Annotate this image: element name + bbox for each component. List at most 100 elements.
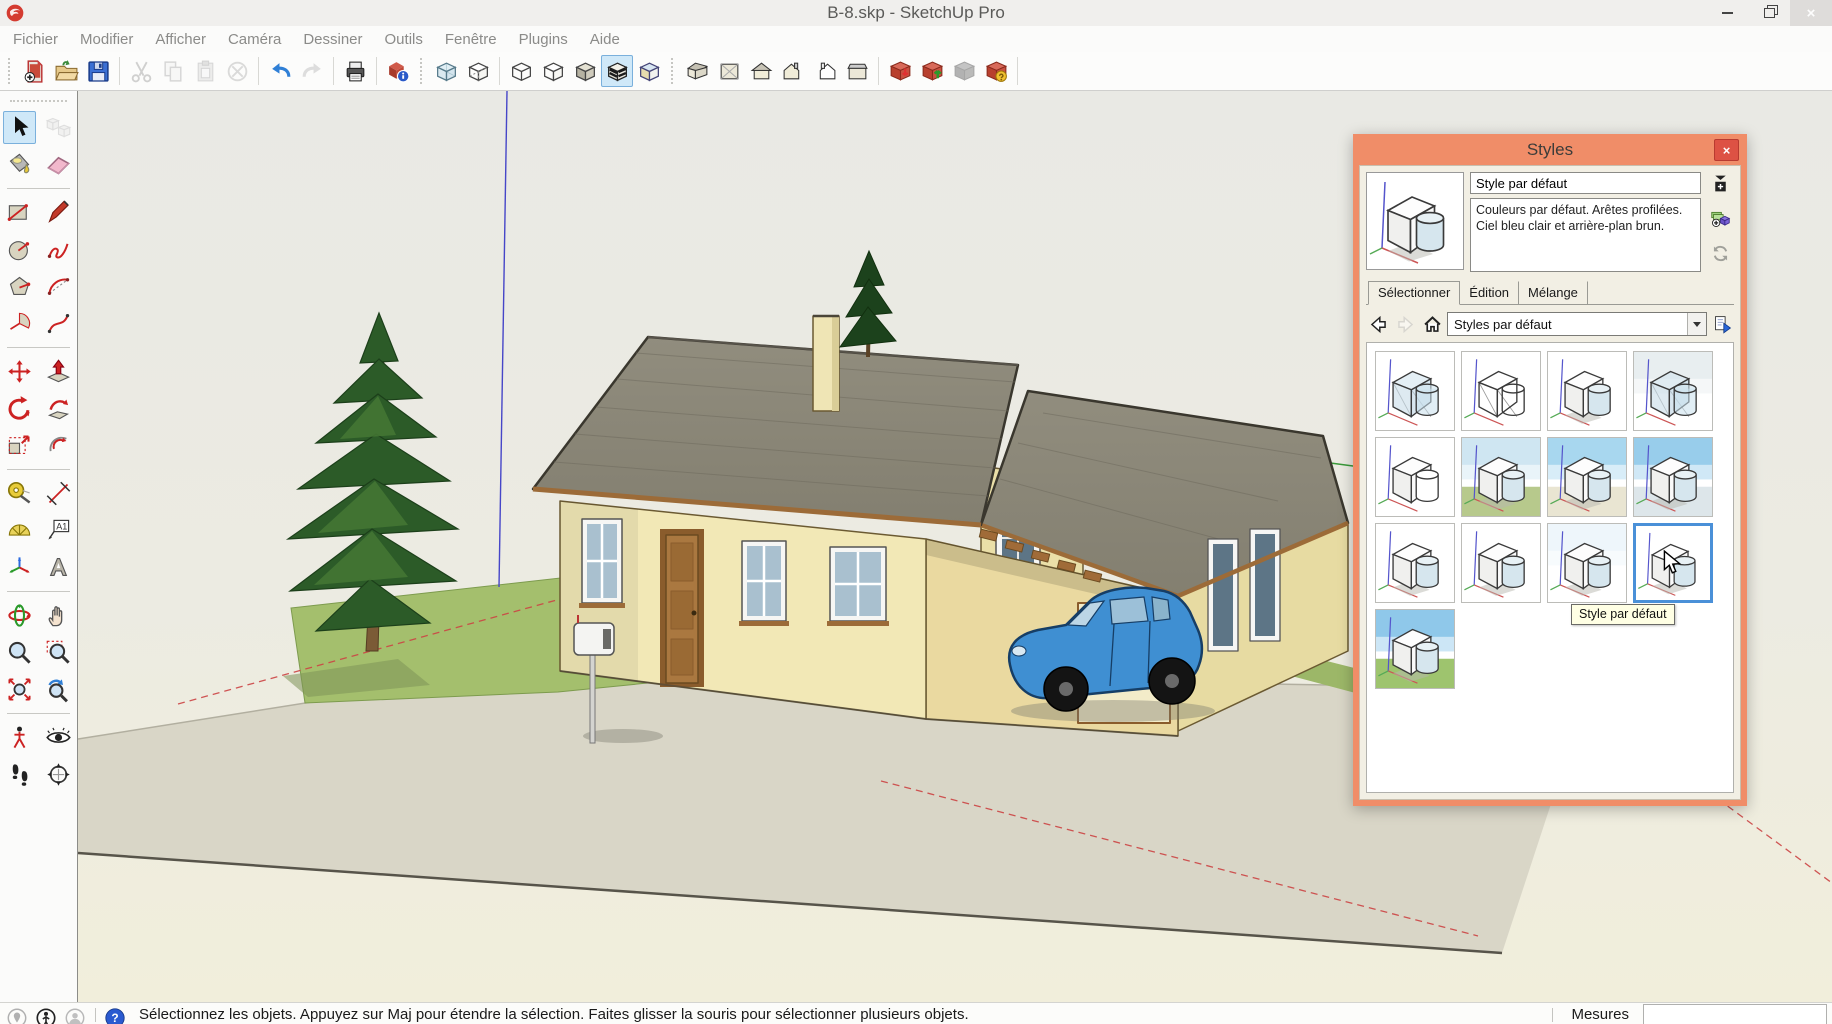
style-thumbnail-hidden-line[interactable] — [1375, 437, 1455, 517]
style-thumbnail-blue-sky[interactable] — [1547, 437, 1627, 517]
monochrome-icon[interactable] — [633, 55, 665, 87]
right-view-icon[interactable] — [777, 55, 809, 87]
styles-panel-titlebar[interactable]: Styles × — [1359, 134, 1741, 165]
back-edges-icon[interactable] — [462, 55, 494, 87]
extension-warehouse-icon[interactable] — [980, 55, 1012, 87]
menu-plugins[interactable]: Plugins — [508, 31, 579, 48]
menu-dessiner[interactable]: Dessiner — [292, 31, 373, 48]
compass-tool-icon[interactable] — [42, 758, 75, 791]
tab-selectionner[interactable]: Sélectionner — [1368, 281, 1460, 305]
style-thumbnail-shaded-white[interactable] — [1547, 351, 1627, 431]
get-models-icon[interactable] — [884, 55, 916, 87]
circle-tool-icon[interactable] — [3, 233, 36, 266]
pie-tool-icon[interactable] — [3, 307, 36, 340]
follow-me-tool-icon[interactable] — [42, 392, 75, 425]
restore-button[interactable] — [1748, 0, 1790, 26]
menu-modifier[interactable]: Modifier — [69, 31, 144, 48]
zoom-extents-tool-icon[interactable] — [3, 673, 36, 706]
style-thumbnail-wireframe[interactable] — [1461, 351, 1541, 431]
zoom-previous-tool-icon[interactable] — [42, 673, 75, 706]
dimension-tool-icon[interactable] — [42, 477, 75, 510]
paint-bucket-tool-icon[interactable] — [3, 148, 36, 181]
iso-view-icon[interactable] — [681, 55, 713, 87]
chevron-down-icon[interactable] — [1687, 313, 1706, 335]
erase-icon[interactable] — [221, 55, 253, 87]
xray-icon[interactable] — [430, 55, 462, 87]
top-view-icon[interactable] — [713, 55, 745, 87]
rectangle-tool-icon[interactable] — [3, 196, 36, 229]
pan-tool-icon[interactable] — [42, 599, 75, 632]
polygon-tool-icon[interactable] — [3, 270, 36, 303]
line-tool-icon[interactable] — [42, 196, 75, 229]
text-tool-icon[interactable]: A1 — [42, 514, 75, 547]
menu-aide[interactable]: Aide — [579, 31, 631, 48]
menu-fichier[interactable]: Fichier — [2, 31, 69, 48]
curve-tool-icon[interactable] — [42, 307, 75, 340]
menu-fenetre[interactable]: Fenêtre — [434, 31, 508, 48]
orbit-tool-icon[interactable] — [3, 599, 36, 632]
forward-arrow-icon[interactable] — [1393, 312, 1417, 336]
rotate-tool-icon[interactable] — [3, 392, 36, 425]
arc-tool-icon[interactable] — [42, 270, 75, 303]
style-thumbnail-x-ray[interactable] — [1375, 351, 1455, 431]
style-thumbnail-x-ray-grey[interactable] — [1633, 351, 1713, 431]
3d-text-tool-icon[interactable] — [42, 551, 75, 584]
shaded-textures-icon[interactable] — [601, 55, 633, 87]
wireframe-icon[interactable] — [505, 55, 537, 87]
cut-icon[interactable] — [125, 55, 157, 87]
minimize-button[interactable] — [1706, 0, 1748, 26]
show-secondary-pane-icon[interactable] — [1710, 173, 1731, 199]
open-file-icon[interactable] — [50, 55, 82, 87]
create-new-style-icon[interactable] — [1710, 208, 1731, 234]
shaded-icon[interactable] — [569, 55, 601, 87]
walk-tool-icon[interactable] — [3, 758, 36, 791]
style-thumbnail-default-white-2[interactable] — [1461, 523, 1541, 603]
undo-icon[interactable] — [264, 55, 296, 87]
protractor-tool-icon[interactable] — [3, 514, 36, 547]
redo-icon[interactable] — [296, 55, 328, 87]
position-camera-tool-icon[interactable] — [3, 721, 36, 754]
look-around-tool-icon[interactable] — [42, 721, 75, 754]
paste-icon[interactable] — [189, 55, 221, 87]
make-component-tool-icon[interactable] — [42, 111, 75, 144]
push-pull-tool-icon[interactable] — [42, 355, 75, 388]
style-thumbnail-default-white[interactable] — [1375, 523, 1455, 603]
freehand-tool-icon[interactable] — [42, 233, 75, 266]
axes-tool-icon[interactable] — [3, 551, 36, 584]
back-view-icon[interactable] — [841, 55, 873, 87]
geolocation-icon[interactable] — [6, 1007, 28, 1024]
front-view-icon[interactable] — [745, 55, 777, 87]
help-icon[interactable]: ? — [104, 1007, 126, 1024]
tape-measure-tool-icon[interactable] — [3, 477, 36, 510]
eraser-tool-icon[interactable] — [42, 148, 75, 181]
tab-melange[interactable]: Mélange — [1519, 281, 1588, 304]
print-icon[interactable] — [339, 55, 371, 87]
style-thumbnail-style-par-defaut[interactable] — [1633, 523, 1713, 603]
close-button[interactable]: × — [1790, 0, 1832, 26]
style-name-input[interactable] — [1470, 172, 1701, 194]
signin-icon[interactable] — [64, 1007, 86, 1024]
model-info-icon[interactable] — [382, 55, 414, 87]
zoom-tool-icon[interactable] — [3, 636, 36, 669]
new-file-icon[interactable] — [18, 55, 50, 87]
share-model-icon[interactable] — [916, 55, 948, 87]
menu-outils[interactable]: Outils — [374, 31, 434, 48]
menu-afficher[interactable]: Afficher — [144, 31, 217, 48]
style-thumbnail-green-ground-sky[interactable] — [1461, 437, 1541, 517]
style-thumbnail-pale-sky[interactable] — [1547, 523, 1627, 603]
hidden-line-icon[interactable] — [537, 55, 569, 87]
copy-icon[interactable] — [157, 55, 189, 87]
move-tool-icon[interactable] — [3, 355, 36, 388]
zoom-window-tool-icon[interactable] — [42, 636, 75, 669]
save-file-icon[interactable] — [82, 55, 114, 87]
attribution-icon[interactable] — [35, 1007, 57, 1024]
home-icon[interactable] — [1420, 312, 1444, 336]
style-collection-dropdown[interactable]: Styles par défaut — [1447, 312, 1707, 336]
styles-panel-close-icon[interactable]: × — [1714, 139, 1739, 161]
left-view-icon[interactable] — [809, 55, 841, 87]
share-component-icon[interactable] — [948, 55, 980, 87]
scale-tool-icon[interactable] — [3, 429, 36, 462]
measurements-input[interactable] — [1643, 1004, 1827, 1024]
details-icon[interactable] — [1710, 312, 1734, 336]
style-thumbnail-sky-and-ground[interactable] — [1375, 609, 1455, 689]
